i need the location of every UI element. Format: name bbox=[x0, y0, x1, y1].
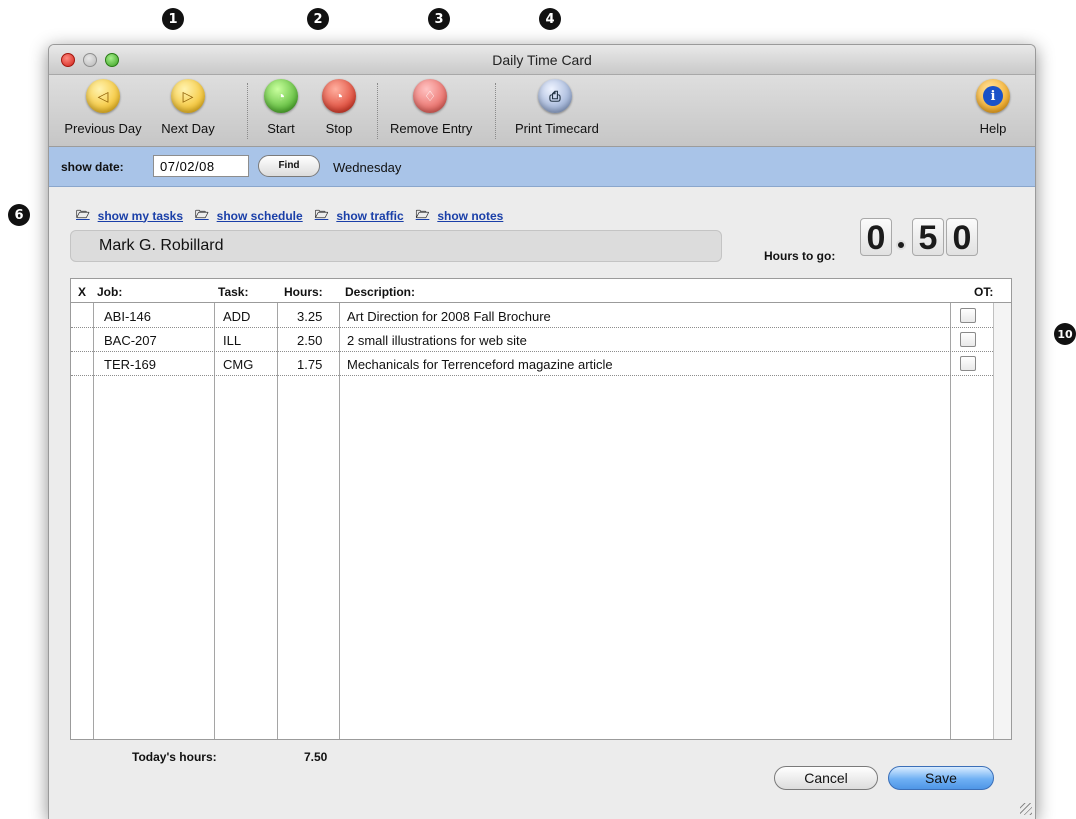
time-entries-table: X Job: Task: Hours: Description: OT: ABI… bbox=[70, 278, 1012, 740]
folder-icon: 🗁 bbox=[415, 209, 430, 221]
description-cell[interactable]: Art Direction for 2008 Fall Brochure bbox=[347, 309, 551, 324]
task-cell[interactable]: ILL bbox=[223, 333, 241, 348]
job-cell[interactable]: ABI-146 bbox=[104, 309, 151, 324]
hours-cell[interactable]: 2.50 bbox=[297, 333, 322, 348]
show-my-tasks-link[interactable]: 🗁 show my tasks bbox=[76, 206, 183, 225]
save-button[interactable]: Save bbox=[888, 766, 994, 790]
hours-to-go-counter: 0 5 0 bbox=[860, 218, 1008, 257]
hours-cell[interactable]: 1.75 bbox=[297, 357, 322, 372]
overtime-checkbox[interactable] bbox=[960, 356, 976, 371]
content-area: 🗁 show my tasks 🗁 show schedule 🗁 show traf… bbox=[48, 0, 1036, 819]
callout-marker: 6 bbox=[8, 204, 30, 226]
show-schedule-link[interactable]: 🗁 show schedule bbox=[195, 206, 303, 225]
decimal-point-icon bbox=[896, 240, 906, 250]
overtime-checkbox[interactable] bbox=[960, 332, 976, 347]
column-header-job[interactable]: Job: bbox=[97, 285, 122, 299]
description-cell[interactable]: 2 small illustrations for web site bbox=[347, 333, 527, 348]
column-header-task[interactable]: Task: bbox=[218, 285, 248, 299]
folder-icon: 🗁 bbox=[195, 209, 209, 221]
todays-hours-label: Today's hours: bbox=[132, 750, 217, 764]
description-cell[interactable]: Mechanicals for Terrenceford magazine ar… bbox=[347, 357, 613, 372]
overtime-checkbox[interactable] bbox=[960, 308, 976, 323]
table-row[interactable]: TER-169 CMG 1.75 Mechanicals for Terrenc… bbox=[71, 352, 993, 376]
task-cell[interactable]: ADD bbox=[223, 309, 250, 324]
callout-marker: 10 bbox=[1054, 323, 1076, 345]
job-cell[interactable]: TER-169 bbox=[104, 357, 156, 372]
todays-hours-value: 7.50 bbox=[304, 750, 328, 764]
column-header-x[interactable]: X bbox=[78, 285, 86, 299]
show-my-tasks-label: show my tasks bbox=[97, 208, 184, 223]
folder-icon: 🗁 bbox=[76, 209, 90, 221]
show-traffic-link[interactable]: 🗁 show traffic bbox=[315, 206, 404, 225]
job-cell[interactable]: BAC-207 bbox=[104, 333, 157, 348]
cancel-button[interactable]: Cancel bbox=[774, 766, 878, 790]
link-bar: 🗁 show my tasks 🗁 show schedule 🗁 show traf… bbox=[76, 206, 503, 225]
user-name-field: Mark G. Robillard bbox=[70, 230, 722, 262]
column-header-ot[interactable]: OT: bbox=[974, 285, 993, 299]
counter-digit: 0 bbox=[860, 218, 892, 257]
table-header: X Job: Task: Hours: Description: OT: bbox=[71, 279, 1011, 303]
counter-digit: 5 bbox=[912, 218, 944, 257]
resize-grip-icon[interactable] bbox=[1020, 803, 1032, 815]
hours-to-go-label: Hours to go: bbox=[764, 249, 836, 263]
column-header-description[interactable]: Description: bbox=[345, 285, 415, 299]
counter-digit: 0 bbox=[946, 218, 978, 257]
show-traffic-label: show traffic bbox=[336, 208, 404, 223]
show-schedule-label: show schedule bbox=[216, 208, 303, 223]
table-row[interactable]: BAC-207 ILL 2.50 2 small illustrations f… bbox=[71, 328, 993, 352]
vertical-scrollbar[interactable] bbox=[993, 303, 1011, 739]
hours-cell[interactable]: 3.25 bbox=[297, 309, 322, 324]
show-notes-label: show notes bbox=[437, 208, 504, 223]
column-header-hours[interactable]: Hours: bbox=[284, 285, 323, 299]
table-row[interactable]: ABI-146 ADD 3.25 Art Direction for 2008 … bbox=[71, 304, 993, 328]
task-cell[interactable]: CMG bbox=[223, 357, 253, 372]
folder-icon: 🗁 bbox=[314, 209, 329, 221]
show-notes-link[interactable]: 🗁 show notes bbox=[416, 206, 504, 225]
